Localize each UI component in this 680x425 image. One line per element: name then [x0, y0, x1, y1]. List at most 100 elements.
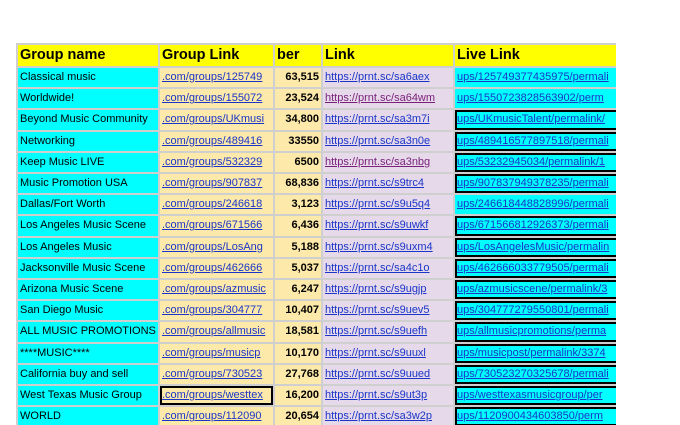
live-link-cell-text[interactable]: ups/azmusicscene/permalink/3 [457, 283, 607, 295]
live-link-cell-text[interactable]: ups/musicpost/permalink/3374 [457, 347, 606, 359]
live-link-cell[interactable]: ups/53232945034/permalink/1 [455, 152, 616, 173]
screenshot-link-cell-text[interactable]: https://prnt.sc/s9ugjp [325, 283, 427, 295]
screenshot-link-cell[interactable]: https://prnt.sc/s9u5q4 [323, 195, 453, 215]
group-link-cell-text[interactable]: .com/groups/730523 [162, 368, 262, 380]
group-link-cell-text[interactable]: .com/groups/112090 [162, 410, 261, 422]
screenshot-link-cell-text[interactable]: https://prnt.sc/s9uuxl [325, 347, 426, 359]
live-link-cell[interactable]: ups/1550723828563902/perm [455, 89, 616, 109]
live-link-cell-text[interactable]: ups/462666033779505/permali [457, 262, 609, 274]
group-link-cell-text[interactable]: .com/groups/LosAng [162, 241, 263, 253]
live-link-cell[interactable]: ups/allmusicpromotions/perma [455, 322, 616, 342]
live-link-cell-text[interactable]: ups/671566812926373/permali [457, 219, 609, 231]
screenshot-link-cell-text[interactable]: https://prnt.sc/s9trc4 [325, 177, 424, 189]
live-link-cell[interactable]: ups/azmusicscene/permalink/3 [455, 280, 616, 300]
live-link-cell-text[interactable]: ups/UKmusicTalent/permalink/ [457, 113, 605, 125]
live-link-cell[interactable]: ups/LosAngelesMusic/permalin [455, 237, 616, 257]
screenshot-link-cell[interactable]: https://prnt.sc/s9uuxl [323, 343, 453, 363]
live-link-cell-text[interactable]: ups/907837949378235/permali [457, 177, 609, 189]
live-link-cell-text[interactable]: ups/730523270325678/permali [457, 368, 609, 380]
live-link-cell-text[interactable]: ups/246618448828996/permali [457, 198, 609, 210]
group-link-cell-text[interactable]: .com/groups/462666 [162, 262, 262, 274]
screenshot-link-cell[interactable]: https://prnt.sc/sa3nbg [323, 152, 453, 173]
group-link-cell[interactable]: .com/groups/allmusic [160, 322, 273, 342]
live-link-cell[interactable]: ups/westtexasmusicgroup/per [455, 386, 616, 406]
screenshot-link-cell-text[interactable]: https://prnt.sc/s9u5q4 [325, 198, 430, 210]
live-link-cell[interactable]: ups/489416577897518/permali [455, 131, 616, 151]
group-link-cell-text[interactable]: .com/groups/246618 [162, 198, 262, 210]
group-link-cell[interactable]: .com/groups/LosAng [160, 237, 273, 257]
live-link-cell-text[interactable]: ups/LosAngelesMusic/permalin [457, 241, 609, 253]
live-link-cell-text[interactable]: ups/1550723828563902/perm [457, 92, 604, 104]
group-link-cell-text[interactable]: .com/groups/671566 [162, 219, 262, 231]
group-link-cell[interactable]: .com/groups/westtex [160, 386, 273, 406]
group-link-cell-text[interactable]: .com/groups/azmusic [162, 283, 266, 295]
screenshot-link-cell[interactable]: https://prnt.sc/s9trc4 [323, 174, 453, 194]
screenshot-link-cell-text[interactable]: https://prnt.sc/sa6aex [325, 71, 430, 83]
live-link-cell[interactable]: ups/246618448828996/permali [455, 195, 616, 215]
live-link-cell[interactable]: ups/671566812926373/permali [455, 216, 616, 236]
live-link-cell[interactable]: ups/musicpost/permalink/3374 [455, 343, 616, 363]
screenshot-link-cell-text[interactable]: https://prnt.sc/s9ut3p [325, 389, 427, 401]
screenshot-link-cell[interactable]: https://prnt.sc/s9ut3p [323, 386, 453, 406]
group-link-cell[interactable]: .com/groups/azmusic [160, 280, 273, 300]
screenshot-link-cell[interactable]: https://prnt.sc/sa6aex [323, 68, 453, 88]
group-link-cell-text[interactable]: .com/groups/907837 [162, 177, 262, 189]
group-link-cell[interactable]: .com/groups/489416 [160, 131, 273, 151]
screenshot-link-cell-text[interactable]: https://prnt.sc/sa3n0e [325, 135, 430, 147]
group-link-cell-text[interactable]: .com/groups/532329 [162, 156, 262, 168]
live-link-cell[interactable]: ups/UKmusicTalent/permalink/ [455, 110, 616, 130]
group-link-cell[interactable]: .com/groups/907837 [160, 174, 273, 194]
live-link-cell-text[interactable]: ups/489416577897518/permali [457, 135, 609, 147]
group-link-cell-text[interactable]: .com/groups/125749 [162, 71, 262, 83]
group-link-cell-text[interactable]: .com/groups/musicp [162, 347, 260, 359]
live-link-cell-text[interactable]: ups/westtexasmusicgroup/per [457, 389, 603, 401]
screenshot-link-cell[interactable]: https://prnt.sc/s9uxm4 [323, 237, 453, 257]
group-link-cell-text[interactable]: .com/groups/allmusic [162, 325, 265, 337]
screenshot-link-cell-text[interactable]: https://prnt.sc/sa4c1o [325, 262, 430, 274]
group-link-cell[interactable]: .com/groups/730523 [160, 364, 273, 385]
live-link-cell-text[interactable]: ups/1120900434603850/perm [457, 410, 603, 422]
live-link-cell-text[interactable]: ups/304777279550801/permali [457, 304, 609, 316]
live-link-cell[interactable]: ups/730523270325678/permali [455, 364, 616, 385]
screenshot-link-cell[interactable]: https://prnt.sc/sa3n0e [323, 131, 453, 151]
live-link-cell[interactable]: ups/907837949378235/permali [455, 174, 616, 194]
group-link-cell[interactable]: .com/groups/112090 [160, 407, 273, 425]
live-link-cell[interactable]: ups/125749377435975/permali [455, 68, 616, 88]
group-link-cell[interactable]: .com/groups/671566 [160, 216, 273, 236]
screenshot-link-cell[interactable]: https://prnt.sc/sa4c1o [323, 258, 453, 279]
live-link-cell[interactable]: ups/304777279550801/permali [455, 301, 616, 321]
live-link-cell[interactable]: ups/462666033779505/permali [455, 258, 616, 279]
group-link-cell-text[interactable]: .com/groups/489416 [162, 135, 262, 147]
screenshot-link-cell-text[interactable]: https://prnt.sc/sa64wm [325, 92, 435, 104]
screenshot-link-cell[interactable]: https://prnt.sc/sa3w2p [323, 407, 453, 425]
screenshot-link-cell[interactable]: https://prnt.sc/s9uwkf [323, 216, 453, 236]
group-link-cell[interactable]: .com/groups/304777 [160, 301, 273, 321]
group-link-cell[interactable]: .com/groups/246618 [160, 195, 273, 215]
group-link-cell[interactable]: .com/groups/musicp [160, 343, 273, 363]
screenshot-link-cell-text[interactable]: https://prnt.sc/s9uev5 [325, 304, 430, 316]
live-link-cell[interactable]: ups/1120900434603850/perm [455, 407, 616, 425]
screenshot-link-cell[interactable]: https://prnt.sc/s9uefh [323, 322, 453, 342]
live-link-cell-text[interactable]: ups/53232945034/permalink/1 [457, 156, 605, 168]
screenshot-link-cell-text[interactable]: https://prnt.sc/sa3w2p [325, 410, 432, 422]
screenshot-link-cell-text[interactable]: https://prnt.sc/sa3nbg [325, 156, 430, 168]
screenshot-link-cell-text[interactable]: https://prnt.sc/s9uefh [325, 325, 427, 337]
screenshot-link-cell[interactable]: https://prnt.sc/sa3m7i [323, 110, 453, 130]
group-link-cell[interactable]: .com/groups/125749 [160, 68, 273, 88]
group-link-cell-text[interactable]: .com/groups/155072 [162, 92, 262, 104]
group-link-cell-text[interactable]: .com/groups/westtex [162, 389, 263, 401]
live-link-cell-text[interactable]: ups/125749377435975/permali [457, 71, 609, 83]
group-link-cell[interactable]: .com/groups/155072 [160, 89, 273, 109]
group-link-cell[interactable]: .com/groups/462666 [160, 258, 273, 279]
screenshot-link-cell[interactable]: https://prnt.sc/s9uued [323, 364, 453, 385]
group-link-cell-text[interactable]: .com/groups/UKmusi [162, 113, 264, 125]
screenshot-link-cell-text[interactable]: https://prnt.sc/sa3m7i [325, 113, 430, 125]
group-link-cell[interactable]: .com/groups/532329 [160, 152, 273, 173]
screenshot-link-cell[interactable]: https://prnt.sc/s9uev5 [323, 301, 453, 321]
screenshot-link-cell-text[interactable]: https://prnt.sc/s9uwkf [325, 219, 428, 231]
screenshot-link-cell-text[interactable]: https://prnt.sc/s9uxm4 [325, 241, 433, 253]
group-link-cell-text[interactable]: .com/groups/304777 [162, 304, 262, 316]
screenshot-link-cell[interactable]: https://prnt.sc/sa64wm [323, 89, 453, 109]
group-link-cell[interactable]: .com/groups/UKmusi [160, 110, 273, 130]
screenshot-link-cell[interactable]: https://prnt.sc/s9ugjp [323, 280, 453, 300]
